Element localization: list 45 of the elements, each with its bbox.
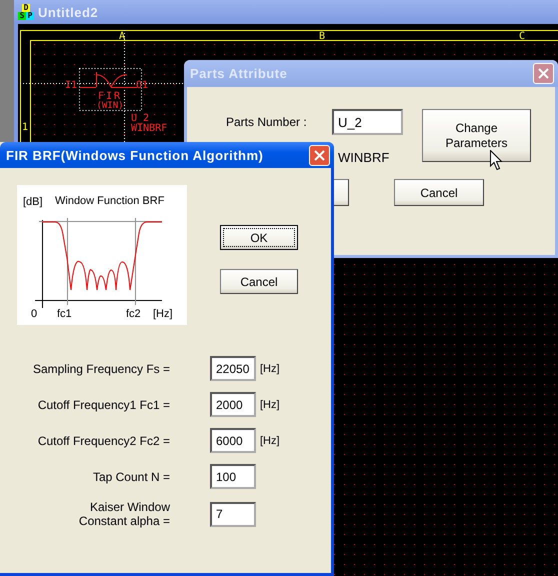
cancel-button[interactable]: Cancel <box>394 179 484 206</box>
column-label: C <box>518 31 526 42</box>
origin-label: 0 <box>31 308 38 320</box>
close-icon <box>538 68 549 79</box>
ok-button[interactable]: OK <box>220 225 298 250</box>
part-subtitle: (WIN) <box>96 101 124 111</box>
part-reference: U_2 <box>131 113 150 124</box>
dialog-title: FIR BRF(Windows Function Algorithm) <box>6 148 264 162</box>
field-label: Kaiser Window Constant alpha = <box>78 500 171 528</box>
mouse-pointer-icon <box>490 150 503 171</box>
parameter-field[interactable]: 6000 <box>210 428 256 453</box>
parameter-field[interactable]: 100 <box>210 464 256 489</box>
dialog-title: Parts Attribute <box>190 66 288 81</box>
parameter-field[interactable]: 2000 <box>210 392 256 417</box>
cancel-button[interactable]: Cancel <box>220 269 298 294</box>
column-label: B <box>318 31 326 42</box>
part-type-text: WINBRF <box>337 150 390 164</box>
cutoff-label: fc2 <box>126 308 141 320</box>
field-label: Cutoff Frequency1 Fc1 = <box>36 398 171 412</box>
unit-label: [Hz] <box>260 398 280 410</box>
pin-label: I1 <box>65 80 78 91</box>
pin-label: O1 <box>136 80 148 91</box>
cutoff-label: fc1 <box>57 308 72 320</box>
close-button[interactable] <box>309 144 330 166</box>
field-label: Tap Count N = <box>92 470 171 484</box>
parameter-field[interactable]: 22050 <box>210 356 256 381</box>
field-label: Sampling Frequency Fs = <box>32 362 171 376</box>
change-parameters-button[interactable]: Change Parameters <box>422 109 531 162</box>
part-name: FIR <box>98 91 122 102</box>
y-unit-label: [dB] <box>23 196 43 208</box>
close-icon <box>314 150 325 160</box>
part-type: WINBRF <box>131 123 168 134</box>
parts-number-label: Parts Number : <box>226 115 308 129</box>
graph-title: Window Function BRF <box>55 195 164 207</box>
close-button[interactable] <box>533 63 554 84</box>
parameter-field[interactable]: 7 <box>210 502 256 526</box>
unit-label: [Hz] <box>260 434 280 446</box>
unit-label: [Hz] <box>260 362 280 374</box>
window-title: Untitled2 <box>38 4 98 20</box>
column-label: A <box>118 31 126 42</box>
row-label: 1 <box>22 122 28 133</box>
x-unit-label: [Hz] <box>153 308 173 320</box>
filter-symbol[interactable] <box>80 72 138 88</box>
field-label: Cutoff Frequency2 Fc2 = <box>36 434 171 448</box>
parts-number-field[interactable]: U_2 <box>332 109 403 135</box>
